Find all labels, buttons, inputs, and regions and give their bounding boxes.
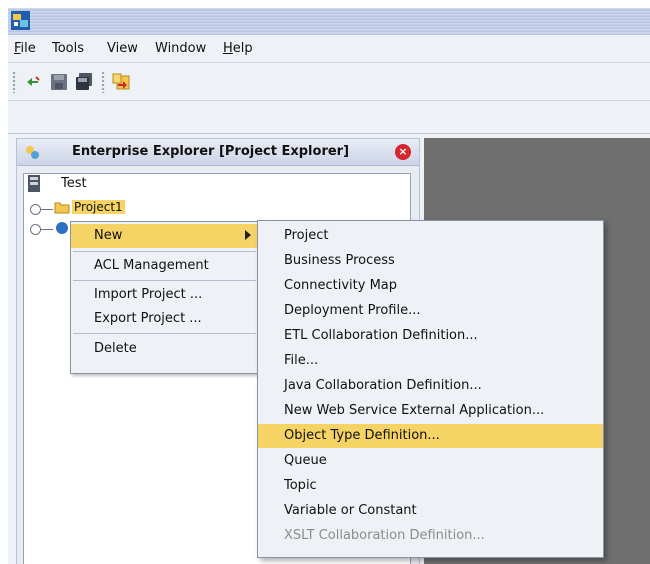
tree-line — [41, 229, 53, 230]
toolbar-grip[interactable] — [101, 71, 106, 93]
menu-item-delete[interactable]: Delete — [71, 337, 258, 361]
submenu-arrow-icon — [245, 230, 251, 240]
panel-title: Enterprise Explorer [Project Explorer] — [72, 144, 350, 159]
submenu-item-deployment-profile[interactable]: Deployment Profile... — [258, 299, 603, 323]
repository-icon — [28, 175, 40, 192]
menu-file[interactable]: File — [14, 41, 36, 56]
submenu-item-connectivity-map[interactable]: Connectivity Map — [258, 274, 603, 298]
toolbar-grip[interactable] — [12, 71, 17, 93]
menu-help[interactable]: Help — [223, 41, 253, 56]
menu-bar: File Tools View Window Help — [8, 35, 650, 63]
tree-item-project1[interactable]: Project1 — [72, 200, 125, 214]
application-window: File Tools View Window Help Enterprise E… — [8, 8, 650, 564]
project-folder-icon — [54, 202, 70, 214]
submenu-item-object-type-definition[interactable]: Object Type Definition... — [258, 424, 603, 448]
submenu-item-project[interactable]: Project — [258, 224, 603, 248]
submenu-item-queue[interactable]: Queue — [258, 449, 603, 473]
new-submenu: Project Business Process Connectivity Ma… — [257, 220, 604, 558]
environment-icon — [56, 222, 68, 234]
submenu-item-java-collaboration[interactable]: Java Collaboration Definition... — [258, 374, 603, 398]
save-all-icon[interactable] — [74, 72, 94, 92]
context-menu: New ACL Management Import Project ... Ex… — [70, 221, 259, 374]
submenu-item-variable-or-constant[interactable]: Variable or Constant — [258, 499, 603, 523]
menu-separator — [73, 280, 256, 281]
close-icon[interactable]: × — [395, 144, 411, 160]
toolbar — [8, 63, 650, 101]
refresh-icon[interactable] — [23, 72, 43, 92]
tree-root-label[interactable]: Test — [61, 176, 87, 191]
menu-item-export-project[interactable]: Export Project ... — [71, 307, 258, 331]
title-bar[interactable] — [8, 8, 650, 35]
explorer-icon — [26, 146, 39, 159]
app-icon — [11, 11, 30, 30]
menu-item-acl-management[interactable]: ACL Management — [71, 254, 258, 278]
submenu-item-web-service-external-app[interactable]: New Web Service External Application... — [258, 399, 603, 423]
tab-strip — [8, 101, 650, 134]
menu-item-import-project[interactable]: Import Project ... — [71, 283, 258, 307]
menu-view[interactable]: View — [107, 41, 138, 56]
submenu-item-xslt-collaboration: XSLT Collaboration Definition... — [284, 528, 485, 543]
panel-header: Enterprise Explorer [Project Explorer] × — [17, 139, 419, 166]
import-icon[interactable] — [111, 72, 131, 92]
menu-separator — [73, 251, 256, 252]
submenu-item-etl-collaboration[interactable]: ETL Collaboration Definition... — [258, 324, 603, 348]
save-icon[interactable] — [49, 72, 69, 92]
submenu-item-topic[interactable]: Topic — [258, 474, 603, 498]
submenu-item-file[interactable]: File... — [258, 349, 603, 373]
expand-toggle[interactable] — [30, 224, 41, 235]
tree-line — [41, 209, 53, 210]
menu-separator — [73, 333, 256, 334]
expand-toggle[interactable] — [30, 204, 41, 215]
menu-window[interactable]: Window — [155, 41, 206, 56]
menu-item-new[interactable]: New — [71, 224, 258, 248]
submenu-item-business-process[interactable]: Business Process — [258, 249, 603, 273]
menu-tools[interactable]: Tools — [52, 41, 84, 56]
